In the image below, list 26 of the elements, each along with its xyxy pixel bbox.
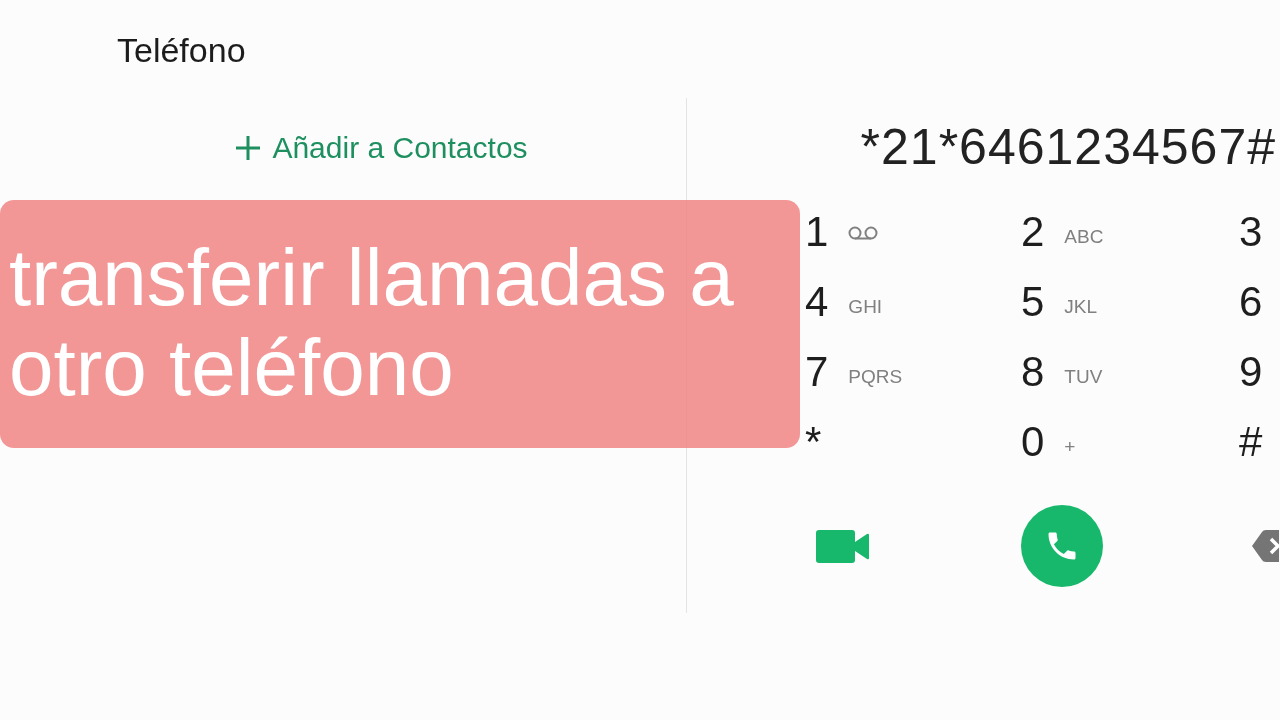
plus-icon <box>236 136 261 160</box>
key-letters: PQRS <box>848 365 903 388</box>
add-to-contacts-button[interactable]: Añadir a Contactos <box>236 130 528 166</box>
dial-key[interactable]: # <box>1239 418 1263 466</box>
caption-text: transferir llamadas a otro teléfono <box>9 233 735 413</box>
backspace-icon[interactable] <box>1252 530 1279 562</box>
key-letters: JKL <box>1064 295 1098 318</box>
dial-key[interactable]: 4 <box>805 278 829 326</box>
key-letters: + <box>1064 435 1076 458</box>
dial-key[interactable]: 1 <box>805 208 829 256</box>
key-letters: TUV <box>1064 365 1103 388</box>
dial-key[interactable]: * <box>805 418 822 466</box>
app-title: Teléfono <box>117 30 246 70</box>
dial-key[interactable]: 7 <box>805 348 829 396</box>
dial-key[interactable]: 8 <box>1021 348 1045 396</box>
key-letters: GHI <box>848 295 883 318</box>
dial-key[interactable]: 0 <box>1021 418 1045 466</box>
voicemail-icon <box>848 226 879 240</box>
dial-key[interactable]: 5 <box>1021 278 1045 326</box>
video-call-icon[interactable] <box>816 529 869 563</box>
key-letters: ABC <box>1064 225 1104 248</box>
dial-key[interactable]: 6 <box>1239 278 1263 326</box>
dial-key[interactable]: 2 <box>1021 208 1045 256</box>
dial-key[interactable]: 3 <box>1239 208 1263 256</box>
dialed-number: *21*6461234567# <box>860 118 1276 176</box>
dial-key[interactable]: 9 <box>1239 348 1263 396</box>
